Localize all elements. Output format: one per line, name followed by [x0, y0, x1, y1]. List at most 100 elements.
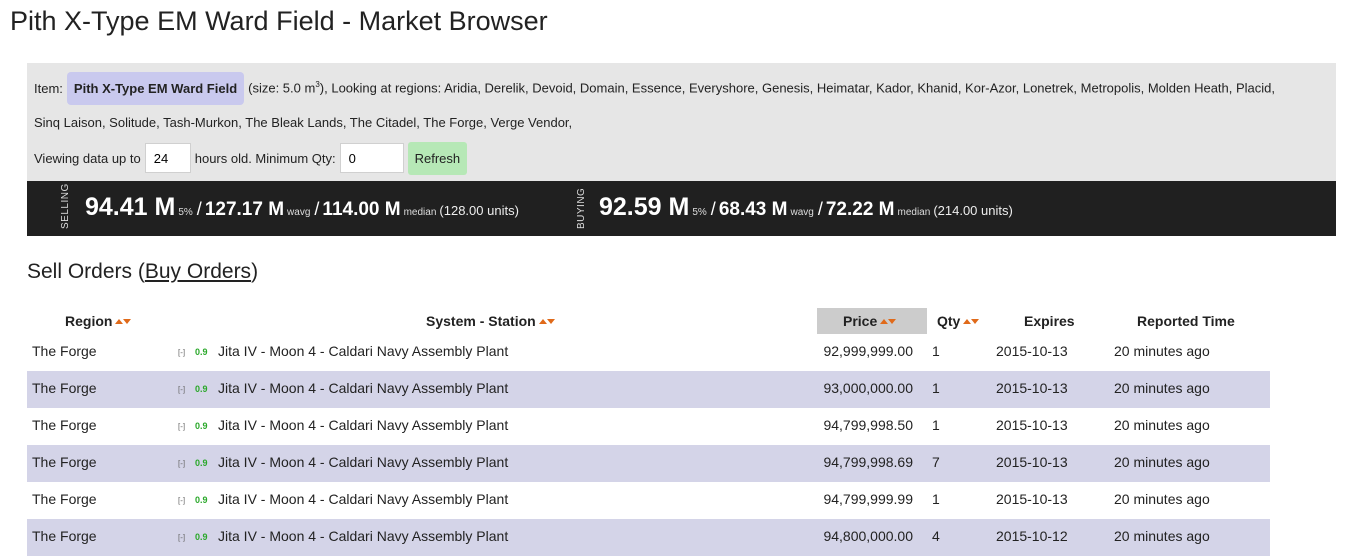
regions-line-2: Sinq Laison, Solitude, Tash-Murkon, The … — [34, 115, 573, 130]
security-status: 0.9 — [195, 384, 208, 394]
separator: / — [196, 199, 202, 219]
expand-toggle-icon[interactable]: [-] — [178, 533, 185, 542]
cell-region: The Forge — [32, 528, 97, 544]
cell-region: The Forge — [32, 454, 97, 470]
column-header-region[interactable]: Region — [65, 311, 132, 331]
buying-5pct-unit: 5% — [692, 207, 707, 218]
buy-orders-link[interactable]: Buy Orders — [145, 260, 251, 283]
filter-panel: Item: Pith X-Type EM Ward Field (size: 5… — [27, 63, 1336, 181]
table-row: The Forge [-] 0.9 Jita IV - Moon 4 - Cal… — [27, 519, 1270, 556]
table-row: The Forge [-] 0.9 Jita IV - Moon 4 - Cal… — [27, 482, 1270, 519]
column-header-price[interactable]: Price — [843, 311, 897, 331]
cell-qty: 1 — [932, 417, 940, 433]
sort-arrows-icon[interactable] — [880, 318, 897, 324]
viewing-prefix: Viewing data up to — [34, 150, 141, 166]
buying-wavg-value: 68.43 M — [718, 199, 788, 220]
cell-station[interactable]: Jita IV - Moon 4 - Caldari Navy Assembly… — [218, 417, 508, 433]
column-header-qty-label: Qty — [937, 313, 961, 329]
selling-wavg-value: 127.17 M — [204, 199, 285, 220]
cell-qty: 7 — [932, 454, 940, 470]
column-header-region-label: Region — [65, 313, 113, 329]
cell-expires: 2015-10-13 — [996, 343, 1068, 359]
separator: / — [314, 199, 320, 219]
column-header-price-label: Price — [843, 313, 878, 329]
security-status: 0.9 — [195, 421, 208, 431]
selling-5pct-unit: 5% — [178, 207, 193, 218]
cell-station[interactable]: Jita IV - Moon 4 - Caldari Navy Assembly… — [218, 454, 508, 470]
regions-line-1: ), Looking at regions: Aridia, Derelik, … — [319, 80, 1276, 96]
table-row: The Forge [-] 0.9 Jita IV - Moon 4 - Cal… — [27, 445, 1270, 482]
selling-units: (128.00 units) — [439, 203, 519, 218]
hours-suffix: hours old. Minimum Qty: — [194, 150, 336, 166]
min-qty-input[interactable] — [339, 143, 404, 173]
cell-reported: 20 minutes ago — [1114, 528, 1210, 544]
column-header-station-label: System - Station — [426, 313, 536, 329]
cell-station[interactable]: Jita IV - Moon 4 - Caldari Navy Assembly… — [218, 491, 508, 507]
column-header-station[interactable]: System - Station — [426, 311, 555, 331]
cell-region: The Forge — [32, 343, 97, 359]
cell-price: 94,800,000.00 — [823, 528, 913, 544]
cell-station[interactable]: Jita IV - Moon 4 - Caldari Navy Assembly… — [218, 380, 508, 396]
cell-price: 92,999,999.00 — [823, 343, 913, 359]
buying-stats: 92.59 M 5% / 68.43 M wavg / 72.22 M medi… — [599, 193, 1013, 222]
cell-expires: 2015-10-13 — [996, 491, 1068, 507]
item-size: (size: 5.0 m3), Looking at regions: Arid… — [248, 80, 1275, 95]
cell-qty: 4 — [932, 528, 940, 544]
buying-label: BUYING — [576, 187, 587, 229]
selling-stats: 94.41 M 5% / 127.17 M wavg / 114.00 M me… — [85, 193, 519, 222]
buying-median-value: 72.22 M — [825, 199, 895, 220]
cell-price: 94,799,998.69 — [823, 454, 913, 470]
separator: / — [817, 199, 823, 219]
table-row: The Forge [-] 0.9 Jita IV - Moon 4 - Cal… — [27, 371, 1270, 408]
separator: / — [710, 199, 716, 219]
buying-median-unit: median — [897, 207, 931, 218]
buying-wavg-unit: wavg — [790, 207, 814, 218]
sort-arrows-icon[interactable] — [538, 318, 555, 324]
selling-median-value: 114.00 M — [322, 199, 401, 220]
page-title: Pith X-Type EM Ward Field - Market Brows… — [10, 6, 548, 36]
cell-station[interactable]: Jita IV - Moon 4 - Caldari Navy Assembly… — [218, 528, 508, 544]
stats-bar: SELLING 94.41 M 5% / 127.17 M wavg / 114… — [27, 181, 1336, 236]
viewing-line: Viewing data up to hours old. Minimum Qt… — [34, 141, 468, 175]
security-status: 0.9 — [195, 458, 208, 468]
section-title-suffix: ) — [251, 260, 259, 283]
column-header-reported[interactable]: Reported Time — [1137, 311, 1235, 331]
selling-median-unit: median — [403, 207, 437, 218]
refresh-button[interactable]: Refresh — [407, 141, 468, 175]
item-size-text: (size: 5.0 m — [248, 80, 316, 96]
selling-5pct-value: 94.41 M — [85, 193, 176, 221]
table-row: The Forge [-] 0.9 Jita IV - Moon 4 - Cal… — [27, 334, 1270, 371]
expand-toggle-icon[interactable]: [-] — [178, 459, 185, 468]
selling-label: SELLING — [60, 183, 71, 229]
cell-station[interactable]: Jita IV - Moon 4 - Caldari Navy Assembly… — [218, 343, 508, 359]
column-header-qty[interactable]: Qty — [937, 311, 980, 331]
security-status: 0.9 — [195, 495, 208, 505]
sort-arrows-icon[interactable] — [115, 318, 132, 324]
cell-qty: 1 — [932, 343, 940, 359]
security-status: 0.9 — [195, 347, 208, 357]
table-row: The Forge [-] 0.9 Jita IV - Moon 4 - Cal… — [27, 408, 1270, 445]
sort-arrows-icon[interactable] — [963, 318, 980, 324]
cell-region: The Forge — [32, 417, 97, 433]
expand-toggle-icon[interactable]: [-] — [178, 496, 185, 505]
selling-wavg-unit: wavg — [287, 207, 311, 218]
cell-reported: 20 minutes ago — [1114, 491, 1210, 507]
cell-reported: 20 minutes ago — [1114, 380, 1210, 396]
expand-toggle-icon[interactable]: [-] — [178, 385, 185, 394]
cell-expires: 2015-10-13 — [996, 454, 1068, 470]
item-line: Item: Pith X-Type EM Ward Field (size: 5… — [34, 71, 1275, 105]
cell-price: 94,799,999.99 — [823, 491, 913, 507]
cell-expires: 2015-10-13 — [996, 380, 1068, 396]
item-prefix: Item: — [34, 80, 63, 96]
cell-reported: 20 minutes ago — [1114, 417, 1210, 433]
item-name-badge[interactable]: Pith X-Type EM Ward Field — [66, 71, 245, 105]
expand-toggle-icon[interactable]: [-] — [178, 348, 185, 357]
column-header-expires[interactable]: Expires — [1024, 311, 1075, 331]
hours-input[interactable] — [144, 143, 191, 173]
section-title-prefix: Sell Orders ( — [27, 260, 145, 283]
cell-expires: 2015-10-13 — [996, 417, 1068, 433]
cell-price: 94,799,998.50 — [823, 417, 913, 433]
expand-toggle-icon[interactable]: [-] — [178, 422, 185, 431]
cell-reported: 20 minutes ago — [1114, 343, 1210, 359]
buying-5pct-value: 92.59 M — [599, 193, 690, 221]
